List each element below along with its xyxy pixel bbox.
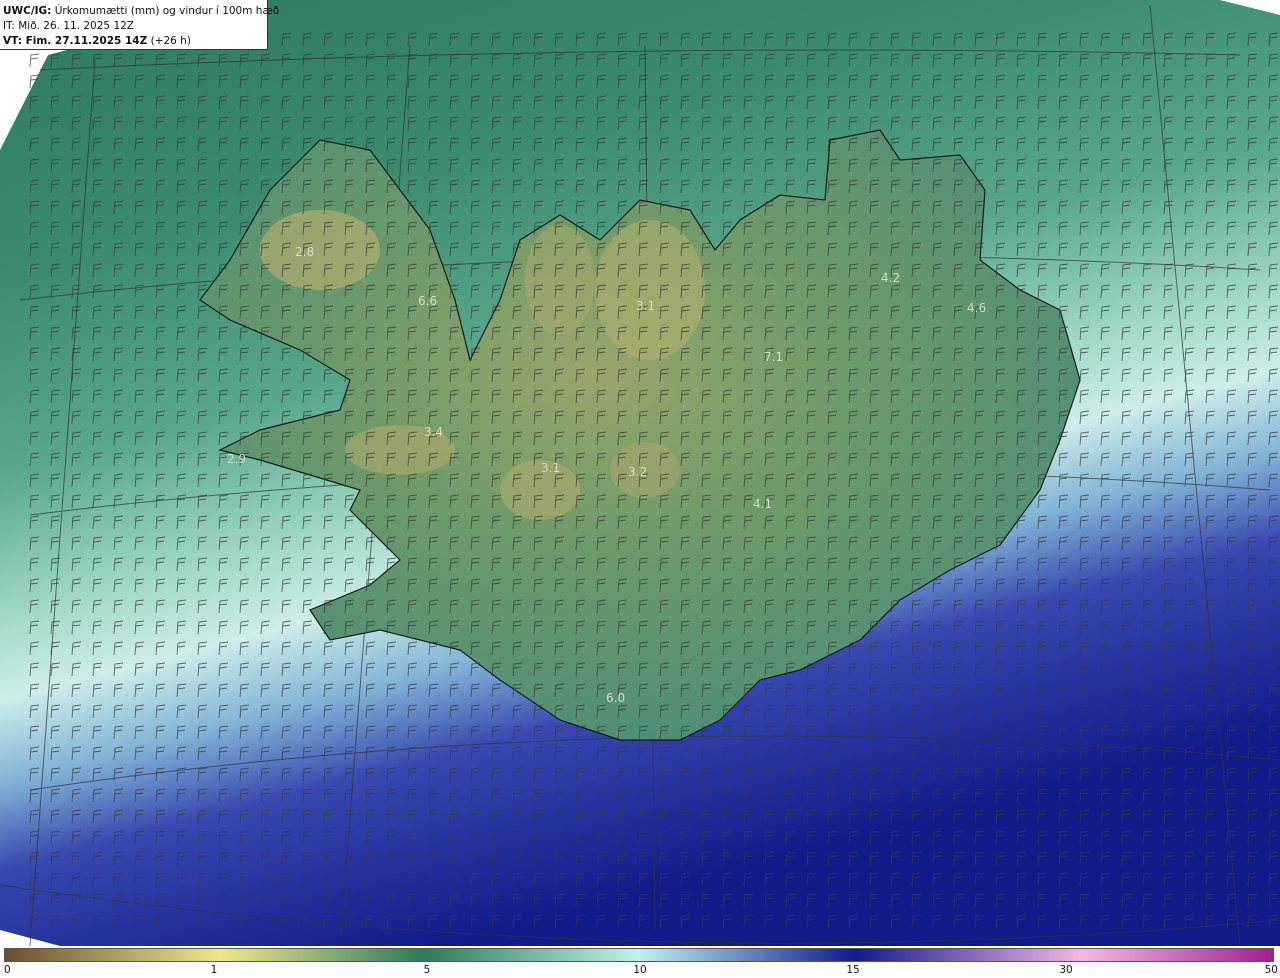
colorbar-tick: 15 <box>846 964 860 976</box>
colorbar-tick: 1 <box>210 964 218 976</box>
product-description: Úrkomumætti (mm) og vindur í 100m hæð <box>54 5 280 17</box>
value-label: 6.0 <box>606 691 625 705</box>
value-label: 4.6 <box>967 301 986 315</box>
product-line: UWC/IG: Úrkomumætti (mm) og vindur í 100… <box>3 4 279 19</box>
colorbar-tick: 5 <box>423 964 431 976</box>
value-label: 7.1 <box>764 350 783 364</box>
colorbar-tick: 0 <box>4 964 11 976</box>
value-label: 3.1 <box>636 299 655 313</box>
value-label: 2.9 <box>227 452 246 466</box>
forecast-lead: (+26 h) <box>150 35 191 47</box>
value-label: 4.1 <box>753 497 772 511</box>
product-code: UWC/IG: <box>3 5 52 17</box>
map-title-box: UWC/IG: Úrkomumætti (mm) og vindur í 100… <box>0 0 279 50</box>
valid-time: VT: Fim. 27.11.2025 14Z <box>3 35 148 47</box>
init-time: IT: Mið. 26. 11. 2025 12Z <box>3 20 134 32</box>
colorbar-tick: 10 <box>633 964 647 976</box>
map-panel: 2.8 6.6 3.1 4.2 4.6 7.1 3.4 2.9 3.1 3.2 … <box>0 0 1280 947</box>
value-label: 2.8 <box>295 245 314 259</box>
colorbar-tick: 50 <box>1264 964 1278 976</box>
precipitation-map: 2.8 6.6 3.1 4.2 4.6 7.1 3.4 2.9 3.1 3.2 … <box>0 0 1280 947</box>
valid-time-line: VT: Fim. 27.11.2025 14Z (+26 h) <box>3 34 267 49</box>
colorbar-tick: 30 <box>1059 964 1073 976</box>
value-label: 3.2 <box>628 465 647 479</box>
value-label: 6.6 <box>418 294 437 308</box>
value-label: 4.2 <box>881 271 900 285</box>
value-label: 3.4 <box>424 425 443 439</box>
value-label: 3.1 <box>541 461 560 475</box>
colorbar-strip <box>4 948 1274 962</box>
colorbar: 0 1 5 10 15 30 50 <box>0 946 1280 978</box>
